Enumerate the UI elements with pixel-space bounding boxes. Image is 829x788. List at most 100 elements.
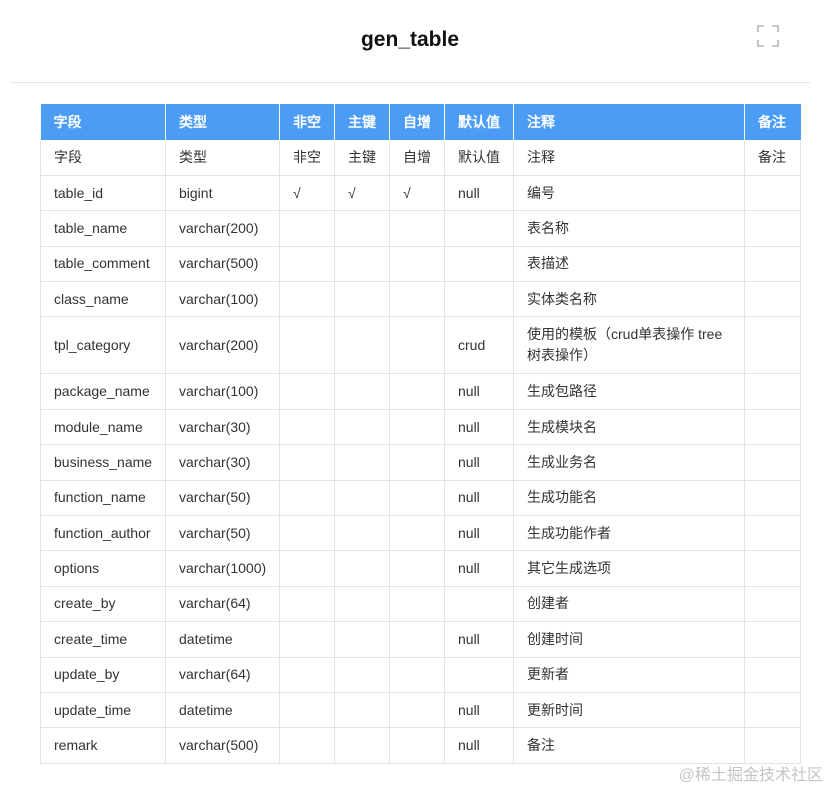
table-cell: varchar(100) [165, 281, 280, 318]
table-cell [744, 727, 801, 764]
column-header: 自增 [389, 104, 445, 141]
table-row: package_name varchar(100) null 生成包路径 [40, 373, 801, 410]
table-cell: 实体类名称 [513, 281, 745, 318]
table-cell: 生成功能作者 [513, 515, 745, 552]
table-cell: null [444, 691, 514, 729]
table-cell: 生成业务名 [513, 444, 745, 481]
column-header: 主键 [334, 104, 390, 141]
table-cell: 编号 [513, 174, 745, 212]
table-cell [334, 245, 390, 283]
table-cell [389, 621, 445, 658]
table-cell [389, 408, 445, 446]
table-cell [444, 245, 514, 283]
table-row: tpl_category varchar(200) crud 使用的模板（crud单表… [40, 316, 801, 375]
table-cell: create_time [40, 621, 166, 658]
table-cell: √ [334, 174, 390, 212]
table-cell [279, 210, 335, 247]
table-row: class_name varchar(100) 实体类名称 [40, 281, 801, 318]
table-cell: 注释 [513, 139, 745, 176]
table-cell: business_name [40, 444, 166, 481]
column-header: 注释 [513, 104, 745, 141]
table-cell: 更新时间 [513, 691, 745, 729]
table-cell: remark [40, 727, 166, 764]
table-cell: 生成包路径 [513, 373, 745, 410]
schema-table: 字段 类型 非空 主键 自增 默认值 注释 备注 字段 类型 非空 主键 自增 默认值 注释 备注 table… [40, 104, 801, 764]
table-cell: varchar(1000) [165, 550, 280, 587]
table-cell [334, 210, 390, 247]
table-cell: datetime [165, 691, 280, 729]
table-cell [334, 656, 390, 693]
table-cell [744, 550, 801, 587]
table-cell: create_by [40, 585, 166, 623]
table-cell: module_name [40, 408, 166, 446]
table-cell [389, 550, 445, 587]
table-cell [334, 585, 390, 623]
table-cell: varchar(200) [165, 210, 280, 247]
table-cell: 生成模块名 [513, 408, 745, 446]
table-cell [744, 408, 801, 446]
table-row: table_name varchar(200) 表名称 [40, 210, 801, 247]
table-cell [334, 550, 390, 587]
table-cell [389, 479, 445, 517]
table-cell: varchar(100) [165, 373, 280, 410]
table-cell [389, 727, 445, 764]
table-cell [389, 316, 445, 375]
table-cell [334, 691, 390, 729]
table-row: table_comment varchar(500) 表描述 [40, 245, 801, 283]
table-cell [279, 656, 335, 693]
table-cell [744, 245, 801, 283]
table-cell: 字段 [40, 139, 166, 176]
table-cell [279, 550, 335, 587]
table-cell [279, 373, 335, 410]
table-body: 字段 类型 非空 主键 自增 默认值 注释 备注 table_id bigint √ √ √ null 编号… [40, 139, 801, 764]
table-cell [334, 408, 390, 446]
table-cell [279, 316, 335, 375]
table-cell: datetime [165, 621, 280, 658]
table-row: business_name varchar(30) null 生成业务名 [40, 444, 801, 481]
table-row: 字段 类型 非空 主键 自增 默认值 注释 备注 [40, 139, 801, 176]
table-cell [279, 727, 335, 764]
table-cell [334, 479, 390, 517]
table-cell [744, 585, 801, 623]
table-cell: varchar(50) [165, 515, 280, 552]
table-row: create_by varchar(64) 创建者 [40, 585, 801, 623]
table-cell [279, 515, 335, 552]
table-row: module_name varchar(30) null 生成模块名 [40, 408, 801, 446]
table-cell [389, 373, 445, 410]
table-cell: 创建者 [513, 585, 745, 623]
table-cell [334, 444, 390, 481]
table-cell [444, 656, 514, 693]
table-cell: tpl_category [40, 316, 166, 375]
table-row: table_id bigint √ √ √ null 编号 [40, 174, 801, 212]
table-cell: 备注 [744, 139, 801, 176]
table-cell: class_name [40, 281, 166, 318]
header-row: 字段 类型 非空 主键 自增 默认值 注释 备注 [40, 104, 801, 141]
table-cell: √ [279, 174, 335, 212]
table-cell: null [444, 479, 514, 517]
table-cell [334, 373, 390, 410]
table-cell: 主键 [334, 139, 390, 176]
table-cell: update_time [40, 691, 166, 729]
table-cell [334, 281, 390, 318]
table-cell [744, 515, 801, 552]
table-cell: varchar(64) [165, 585, 280, 623]
table-cell [334, 727, 390, 764]
table-cell: update_by [40, 656, 166, 693]
table-cell: 非空 [279, 139, 335, 176]
table-row: update_by varchar(64) 更新者 [40, 656, 801, 693]
table-cell: 默认值 [444, 139, 514, 176]
table-cell [279, 408, 335, 446]
table-cell: varchar(500) [165, 727, 280, 764]
fullscreen-expand-icon[interactable] [757, 25, 779, 47]
table-cell: bigint [165, 174, 280, 212]
table-cell: null [444, 174, 514, 212]
table-cell: null [444, 621, 514, 658]
table-cell [279, 585, 335, 623]
table-cell [744, 479, 801, 517]
table-cell [334, 621, 390, 658]
table-cell: 生成功能名 [513, 479, 745, 517]
table-cell [744, 373, 801, 410]
table-cell [444, 281, 514, 318]
table-cell [744, 281, 801, 318]
table-cell: table_id [40, 174, 166, 212]
